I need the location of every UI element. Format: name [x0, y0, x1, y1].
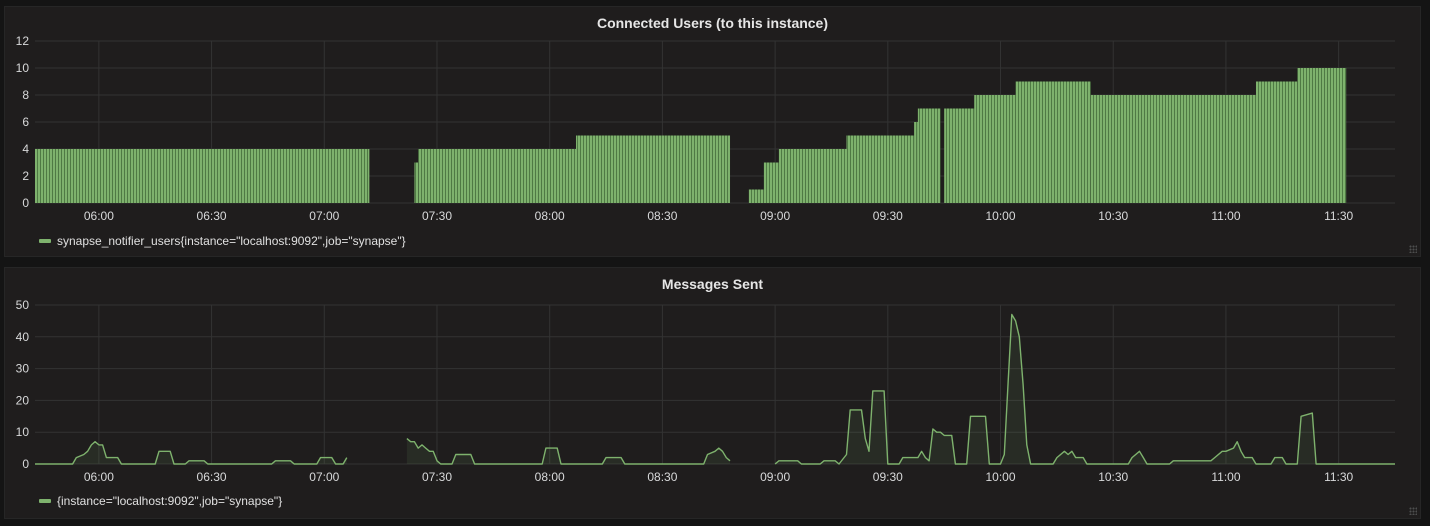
x-tick-label: 07:00: [309, 470, 339, 484]
bar[interactable]: [778, 149, 847, 203]
bar[interactable]: [974, 95, 1016, 203]
bar[interactable]: [1255, 81, 1298, 204]
series-bars: [35, 68, 1347, 204]
x-tick-label: 07:30: [422, 209, 452, 223]
y-tick-label: 10: [16, 61, 30, 75]
bar[interactable]: [35, 149, 370, 203]
series-area: [406, 438, 730, 464]
y-tick-label: 50: [16, 298, 30, 312]
bar[interactable]: [418, 149, 576, 203]
y-tick-label: 20: [16, 393, 30, 407]
x-tick-label: 07:30: [422, 470, 452, 484]
x-tick-label: 06:00: [84, 209, 114, 223]
y-tick-label: 0: [22, 196, 29, 210]
resize-handle[interactable]: [1409, 507, 1417, 515]
y-tick-label: 2: [22, 169, 29, 183]
y-tick-label: 0: [22, 457, 29, 471]
bar[interactable]: [1090, 95, 1256, 203]
y-tick-label: 4: [22, 142, 29, 156]
x-tick-label: 10:30: [1098, 470, 1128, 484]
bar[interactable]: [748, 189, 764, 204]
bar[interactable]: [914, 122, 918, 203]
bar[interactable]: [575, 135, 667, 204]
x-tick-label: 10:00: [986, 209, 1016, 223]
bar[interactable]: [917, 108, 941, 204]
x-tick-label: 08:00: [535, 470, 565, 484]
bar[interactable]: [763, 162, 779, 204]
y-tick-label: 10: [16, 425, 30, 439]
grid: [35, 304, 1395, 465]
x-tick-label: 11:30: [1324, 470, 1353, 484]
connected-users-chart: 0 2 4 6 8 10 12 06:00 06:30 07:00 07:30 08:00 08:30 0…: [16, 34, 1395, 223]
x-tick-label: 06:30: [197, 209, 227, 223]
bar[interactable]: [1297, 68, 1347, 203]
legend-item[interactable]: synapse_notifier_users{instance="localho…: [39, 234, 406, 248]
x-tick-label: 09:00: [760, 209, 790, 223]
x-tick-label: 08:30: [647, 209, 677, 223]
legend-label[interactable]: {instance="localhost:9092",job="synapse"…: [57, 494, 282, 508]
resize-handle[interactable]: [1409, 245, 1417, 253]
x-tick-label: 06:00: [84, 470, 114, 484]
x-tick-label: 11:30: [1324, 209, 1353, 223]
legend-swatch: [39, 239, 51, 243]
bar[interactable]: [846, 135, 915, 204]
y-tick-label: 40: [16, 330, 30, 344]
x-tick-label: 11:00: [1211, 470, 1240, 484]
x-tick-label: 06:30: [197, 470, 227, 484]
y-tick-label: 12: [16, 34, 30, 48]
legend-label[interactable]: synapse_notifier_users{instance="localho…: [57, 234, 406, 248]
x-tick-label: 09:00: [760, 470, 790, 484]
x-tick-label: 09:30: [873, 209, 903, 223]
y-tick-label: 8: [22, 88, 29, 102]
panel-connected-users[interactable]: Connected Users (to this instance) 02468…: [4, 6, 1421, 257]
x-tick-label: 10:00: [986, 470, 1016, 484]
x-tick-label: 08:00: [535, 209, 565, 223]
bar[interactable]: [666, 135, 731, 204]
messages-sent-chart: 0 10 20 30 40 50 06:00 06:30 07:00 07:30 08:00 08:3…: [16, 298, 1395, 484]
legend-item[interactable]: {instance="localhost:9092",job="synapse"…: [39, 494, 282, 508]
x-tick-label: 11:00: [1211, 209, 1240, 223]
legend-swatch: [39, 499, 51, 503]
x-tick-label: 10:30: [1098, 209, 1128, 223]
bar[interactable]: [944, 108, 975, 204]
panel-messages-sent[interactable]: Messages Sent 0 10 20 30 40 50 06:00 06:30 07:00…: [4, 267, 1421, 519]
y-tick-label: 30: [16, 362, 30, 376]
x-tick-label: 09:30: [873, 470, 903, 484]
bar[interactable]: [414, 162, 419, 204]
x-tick-label: 08:30: [647, 470, 677, 484]
x-tick-label: 07:00: [309, 209, 339, 223]
bar[interactable]: [1015, 81, 1091, 204]
y-tick-label: 6: [22, 115, 29, 129]
